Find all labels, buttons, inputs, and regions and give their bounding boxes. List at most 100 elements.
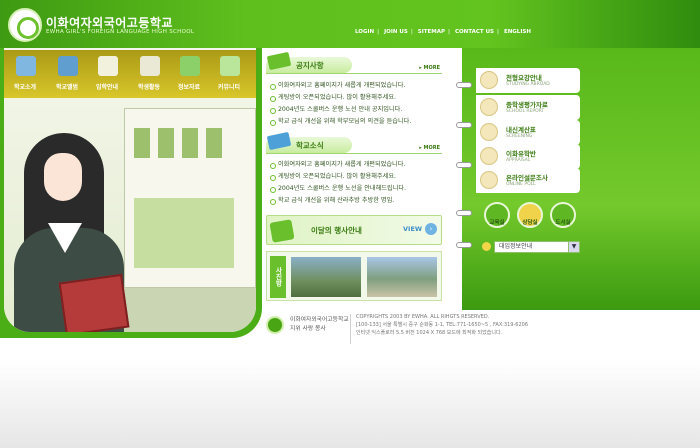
copyright-line: COPYRIGHTS 2003 BY EWHA. ALL RIHGTS RESE… xyxy=(356,314,490,320)
nav-sitemap-link[interactable]: SITEMAP xyxy=(418,29,445,35)
nav-separator: | xyxy=(410,29,413,35)
news-more-link[interactable]: ▸ MORE xyxy=(419,145,440,151)
notice-list: 이화여자외고 홈페이지가 새롭게 개편되었습니다. 게팅방이 오픈되었습니다. … xyxy=(268,80,444,128)
nav-contact-link[interactable]: CONTACT US xyxy=(455,29,494,35)
counseling-room-label: 상담실 xyxy=(522,220,538,226)
menu-label: 학교소개 xyxy=(13,84,37,91)
footer-divider xyxy=(350,314,351,344)
menu-label: 입학안내 xyxy=(95,84,119,91)
link-title: 이화유학반 xyxy=(506,150,536,158)
event-calendar-icon xyxy=(269,219,295,243)
menu-item-resources[interactable]: 정보자료 xyxy=(170,50,208,98)
photo-thumbnail[interactable] xyxy=(291,257,361,297)
red-book xyxy=(58,273,130,332)
link-student-evaluation[interactable]: 중학생평가자료 SCHOOL REPORT xyxy=(476,95,580,120)
news-title: 학교소식 xyxy=(296,141,324,150)
menu-item-admission[interactable]: 입학안내 xyxy=(88,50,126,98)
link-subtitle: SCHOOL REPORT xyxy=(506,109,545,114)
menu-item-activities[interactable]: 학생활동 xyxy=(130,50,168,98)
spiral-ring xyxy=(456,122,472,128)
event-view-link[interactable]: VIEW xyxy=(403,225,422,233)
news-more-text: MORE xyxy=(423,145,441,151)
building-icon xyxy=(16,56,36,76)
footer-logo-icon xyxy=(266,316,284,334)
monthly-event-banner[interactable]: 이달의 행사안내 VIEW › xyxy=(266,215,442,245)
notice-item[interactable]: 이화여자외고 홈페이지가 새롭게 개편되었습니다. xyxy=(268,80,444,92)
student-face xyxy=(44,153,82,201)
news-item[interactable]: 게팅방이 오픈되었습니다. 많이 활용해주세요. xyxy=(268,171,444,183)
link-title: 중학생평가자료 xyxy=(506,101,548,109)
news-header: 학교소식 xyxy=(266,131,352,153)
link-subtitle: STUDYING ABROAD xyxy=(506,82,550,87)
photo-gallery-label[interactable]: 사진방 xyxy=(270,256,286,298)
link-title: 온라인설문조사 xyxy=(506,174,548,182)
menu-item-school-intro[interactable]: 학교소개 xyxy=(6,50,44,98)
arrow-right-icon[interactable]: › xyxy=(425,223,437,235)
footer-school-name: 이화여자외국어고등학교 지위 사랑 봉사 xyxy=(290,316,349,334)
notepad-icon xyxy=(220,56,240,76)
link-subtitle: APPRAISAL xyxy=(506,158,531,163)
photo-gallery: 사진방 xyxy=(266,251,442,301)
nav-join-link[interactable]: JOIN US xyxy=(384,29,408,35)
poll-icon xyxy=(480,171,498,189)
news-rule xyxy=(266,153,442,154)
nav-separator: | xyxy=(497,29,500,35)
link-admission-guide[interactable]: 전형요강안내 STUDYING ABROAD xyxy=(476,68,580,93)
photo-thumbnail[interactable] xyxy=(367,257,437,297)
spiral-ring xyxy=(456,162,472,168)
link-grade-calculator[interactable]: 내신계산표 SCREENING xyxy=(476,120,580,145)
notice-item[interactable]: 학교 급식 개선을 위해 학부모님의 의견을 듣습니다. xyxy=(268,116,444,128)
window xyxy=(134,128,150,158)
link-title: 전형요강안내 xyxy=(506,74,542,82)
spiral-ring xyxy=(456,242,472,248)
footer-name-line: 이화여자외국어고등학교 xyxy=(290,317,349,323)
menu-label: 학교앨범 xyxy=(55,84,79,91)
info-select[interactable]: 대입정보안내 ▼ xyxy=(494,241,580,253)
chevron-down-icon[interactable]: ▼ xyxy=(568,242,579,252)
school-logo-icon[interactable] xyxy=(8,8,42,42)
menu-item-album[interactable]: 학교앨범 xyxy=(48,50,86,98)
notice-more-text: MORE xyxy=(423,65,441,71)
footer-copyright: COPYRIGHTS 2003 BY EWHA. ALL RIHGTS RESE… xyxy=(356,313,528,337)
calculator-icon xyxy=(480,123,498,141)
education-room-label: 교육실 xyxy=(489,220,505,226)
event-title: 이달의 행사안내 xyxy=(311,226,362,235)
document-icon xyxy=(480,71,498,89)
notice-tag-icon xyxy=(266,51,292,71)
link-subtitle: SCREENING xyxy=(506,134,533,139)
notice-item[interactable]: 2004년도 스쿨버스 운행 노선 안내 공지입니다. xyxy=(268,104,444,116)
library-label: 도서실 xyxy=(555,220,571,226)
news-item[interactable]: 학교 급식 개선을 위해 산라추방 추방한 명입. xyxy=(268,195,444,207)
quick-links-panel: 전형요강안내 STUDYING ABROAD 중학생평가자료 SCHOOL RE… xyxy=(476,60,580,260)
page: 이화여자외국어고등학교 EWHA GIRL'S FOREIGN LANGUAGE… xyxy=(0,0,700,448)
menu-item-community[interactable]: 커뮤니티 xyxy=(210,50,248,98)
menu-label: 정보자료 xyxy=(177,84,201,91)
center-column: 공지사항 ▸ MORE 이화여자외고 홈페이지가 새롭게 개편되었습니다. 게팅… xyxy=(262,48,462,338)
news-item[interactable]: 2004년도 스쿨버스 운행 노선을 안내해드립니다. xyxy=(268,183,444,195)
link-online-poll[interactable]: 온라인설문조사 ONLINE POLL xyxy=(476,168,580,193)
nav-english-link[interactable]: ENGLISH xyxy=(504,29,531,35)
bag-icon xyxy=(140,56,160,76)
link-study-abroad[interactable]: 이화유학반 APPRAISAL xyxy=(476,144,580,169)
select-value: 대입정보안내 xyxy=(499,243,533,250)
left-frame: 학교소개 학교앨범 입학안내 학생활동 정보자료 커뮤니티 xyxy=(0,48,262,338)
top-nav: LOGIN | JOIN US | SITEMAP | CONTACT US | ENG… xyxy=(355,29,534,35)
notice-title: 공지사항 xyxy=(296,61,324,70)
report-icon xyxy=(480,98,498,116)
news-item[interactable]: 이화여자외고 홈페이지가 새롭게 개편되었습니다. xyxy=(268,159,444,171)
notice-more-link[interactable]: ▸ MORE xyxy=(419,65,440,71)
notice-rule xyxy=(266,73,442,74)
browser-note-line: 인터넷 익스플로러 5.5 버전 1024 X 768 모드에 최적화 되었습니… xyxy=(356,330,503,336)
link-subtitle: ONLINE POLL xyxy=(506,182,536,187)
glass-door xyxy=(134,198,234,268)
lightbulb-icon xyxy=(482,242,491,251)
address-line: [100-133] 서울 특별시 중구 순화동 1-1, TEL:771-165… xyxy=(356,322,528,328)
pencil-paper-icon xyxy=(98,56,118,76)
album-icon xyxy=(58,56,78,76)
window xyxy=(158,128,174,158)
notice-item[interactable]: 게팅방이 오픈되었습니다. 많이 활용해주세요. xyxy=(268,92,444,104)
globe-icon xyxy=(480,147,498,165)
footer-motto: 지위 사랑 봉사 xyxy=(290,326,326,332)
window xyxy=(182,128,198,158)
nav-login-link[interactable]: LOGIN xyxy=(355,29,374,35)
